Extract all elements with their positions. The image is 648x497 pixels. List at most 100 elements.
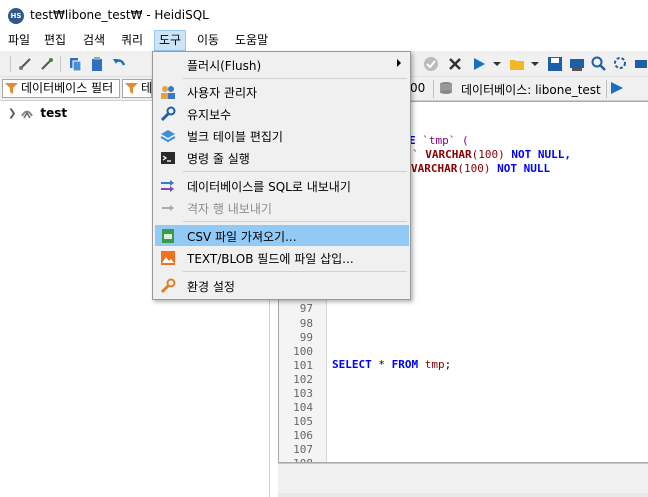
- line-number: 100: [293, 345, 313, 358]
- menu-item-label: 환경 설정: [187, 280, 235, 294]
- menu-item-label: 격자 행 내보내기: [187, 202, 272, 216]
- check-circle-icon[interactable]: [422, 55, 440, 73]
- code-token: (100): [457, 162, 498, 175]
- menu-query[interactable]: 쿼리: [117, 30, 147, 51]
- menu-item-label: 데이터베이스를 SQL로 내보내기: [187, 180, 351, 194]
- window-title: test₩libone_test₩ - HeidiSQL: [30, 8, 209, 22]
- search-icon[interactable]: [590, 55, 608, 73]
- code-token: NOT NULL: [497, 162, 551, 175]
- menu-help[interactable]: 도움말: [231, 30, 272, 51]
- save-as-icon[interactable]: [568, 55, 586, 73]
- arrow-right-icon: [160, 200, 176, 216]
- query-tab-area: 00 데이터베이스: libone_test: [410, 77, 648, 101]
- expand-chevron-icon[interactable]: ❯: [8, 108, 16, 119]
- line-number: 102: [293, 373, 313, 386]
- menu-item-label: 명령 줄 실행: [187, 152, 250, 166]
- menu-item-bulk-table-editor[interactable]: 벌크 테이블 편집기: [155, 125, 409, 146]
- cancel-x-icon[interactable]: [446, 55, 464, 73]
- undo-icon[interactable]: [110, 55, 128, 73]
- filter-icon: [5, 83, 18, 94]
- heidisql-app-icon: HS: [8, 8, 24, 24]
- disconnect-icon[interactable]: [38, 55, 56, 73]
- menu-separator: [183, 221, 407, 222]
- code-token: VARCHAR: [411, 162, 458, 175]
- paste-icon[interactable]: [88, 55, 106, 73]
- tools-menu: 플러시(Flush) 사용자 관리자 유지보수 벌크 테이블 편집기 명령 줄 …: [152, 51, 411, 300]
- line-number: 106: [293, 429, 313, 442]
- menu-separator: [183, 271, 407, 272]
- open-folder-icon[interactable]: [508, 55, 526, 73]
- table-filter-placeholder: 테: [141, 81, 152, 95]
- status-bar: [278, 493, 648, 497]
- tab-separator: [606, 80, 607, 98]
- wrench-icon: [160, 278, 176, 294]
- export-icon: [160, 178, 176, 194]
- database-filter-input[interactable]: 데이터베이스 필터: [2, 79, 120, 98]
- menu-item-label: 플러시(Flush): [187, 59, 262, 73]
- copy-icon[interactable]: [66, 55, 84, 73]
- menu-item-label: 유지보수: [187, 108, 232, 122]
- query-tab-icon[interactable]: [610, 81, 624, 95]
- line-number: 103: [293, 387, 313, 400]
- run-dropdown-icon[interactable]: [488, 55, 506, 73]
- line-number: 104: [293, 401, 313, 414]
- menu-item-command-line[interactable]: 명령 줄 실행: [155, 147, 409, 168]
- wrench-icon: [160, 106, 176, 122]
- menu-go[interactable]: 이동: [193, 30, 223, 51]
- code-token: *: [371, 358, 392, 371]
- menu-item-preferences[interactable]: 환경 설정: [155, 275, 409, 296]
- replace-icon[interactable]: [612, 55, 630, 73]
- tab-fragment-label: 00: [410, 81, 426, 95]
- title-bar: HS test₩libone_test₩ - HeidiSQL: [0, 0, 648, 30]
- menu-item-export-grid: 격자 행 내보내기: [155, 197, 409, 218]
- folder-dropdown-icon[interactable]: [526, 55, 544, 73]
- menu-item-export-sql[interactable]: 데이터베이스를 SQL로 내보내기: [155, 175, 409, 196]
- menu-item-label: 사용자 관리자: [187, 86, 258, 100]
- more-tools-icon[interactable]: [632, 55, 648, 73]
- layers-icon: [160, 128, 176, 144]
- connect-icon[interactable]: [16, 55, 34, 73]
- menu-item-label: CSV 파일 가져오기...: [187, 230, 297, 244]
- table-filter-input[interactable]: 테: [122, 79, 152, 98]
- database-icon: [439, 81, 453, 95]
- tree-item-label: test: [40, 106, 68, 120]
- line-number: 101: [293, 359, 313, 372]
- database-filter-placeholder: 데이터베이스 필터: [21, 81, 114, 95]
- menu-search[interactable]: 검색: [79, 30, 109, 51]
- line-number: 99: [299, 331, 313, 344]
- line-number: 97: [299, 302, 313, 315]
- results-panel: [278, 463, 648, 497]
- menu-item-maintenance[interactable]: 유지보수: [155, 103, 409, 124]
- menu-edit[interactable]: 편집: [40, 30, 70, 51]
- csv-icon: [160, 228, 176, 244]
- server-icon: [21, 110, 34, 119]
- menu-item-user-manager[interactable]: 사용자 관리자: [155, 81, 409, 102]
- code-line-column1: ` VARCHAR(100) NOT NULL,: [412, 148, 571, 161]
- code-line-select: SELECT * FROM tmp;: [332, 358, 451, 371]
- code-token: SELECT: [332, 358, 372, 371]
- code-token: ;: [444, 358, 452, 371]
- save-icon[interactable]: [546, 55, 564, 73]
- tab-database-label[interactable]: 데이터베이스: libone_test: [461, 81, 601, 98]
- menu-item-label: TEXT/BLOB 필드에 파일 삽입...: [187, 252, 354, 266]
- code-token: (100): [471, 148, 512, 161]
- run-icon[interactable]: [470, 55, 488, 73]
- tab-separator: [433, 80, 434, 98]
- menu-tools[interactable]: 도구: [154, 30, 187, 51]
- filter-icon: [125, 83, 138, 94]
- menu-item-insert-file[interactable]: TEXT/BLOB 필드에 파일 삽입...: [155, 247, 409, 268]
- code-line-column2: VARCHAR(100) NOT NULL: [411, 162, 550, 175]
- line-number: 98: [299, 317, 313, 330]
- menu-bar: 파일 편집 검색 쿼리 도구 이동 도움말: [0, 30, 648, 51]
- code-token: `: [412, 148, 419, 161]
- code-token: tmp: [418, 358, 445, 371]
- users-icon: [160, 84, 176, 100]
- code-token: VARCHAR: [418, 148, 472, 161]
- menu-item-import-csv[interactable]: CSV 파일 가져오기...: [155, 225, 409, 246]
- code-token: NOT NULL,: [511, 148, 571, 161]
- menu-file[interactable]: 파일: [4, 30, 34, 51]
- tree-item-test[interactable]: ❯ test: [8, 104, 67, 122]
- menu-item-flush[interactable]: 플러시(Flush): [155, 54, 409, 75]
- menu-item-label: 벌크 테이블 편집기: [187, 130, 283, 144]
- code-line-create: E `tmp` (: [409, 134, 469, 147]
